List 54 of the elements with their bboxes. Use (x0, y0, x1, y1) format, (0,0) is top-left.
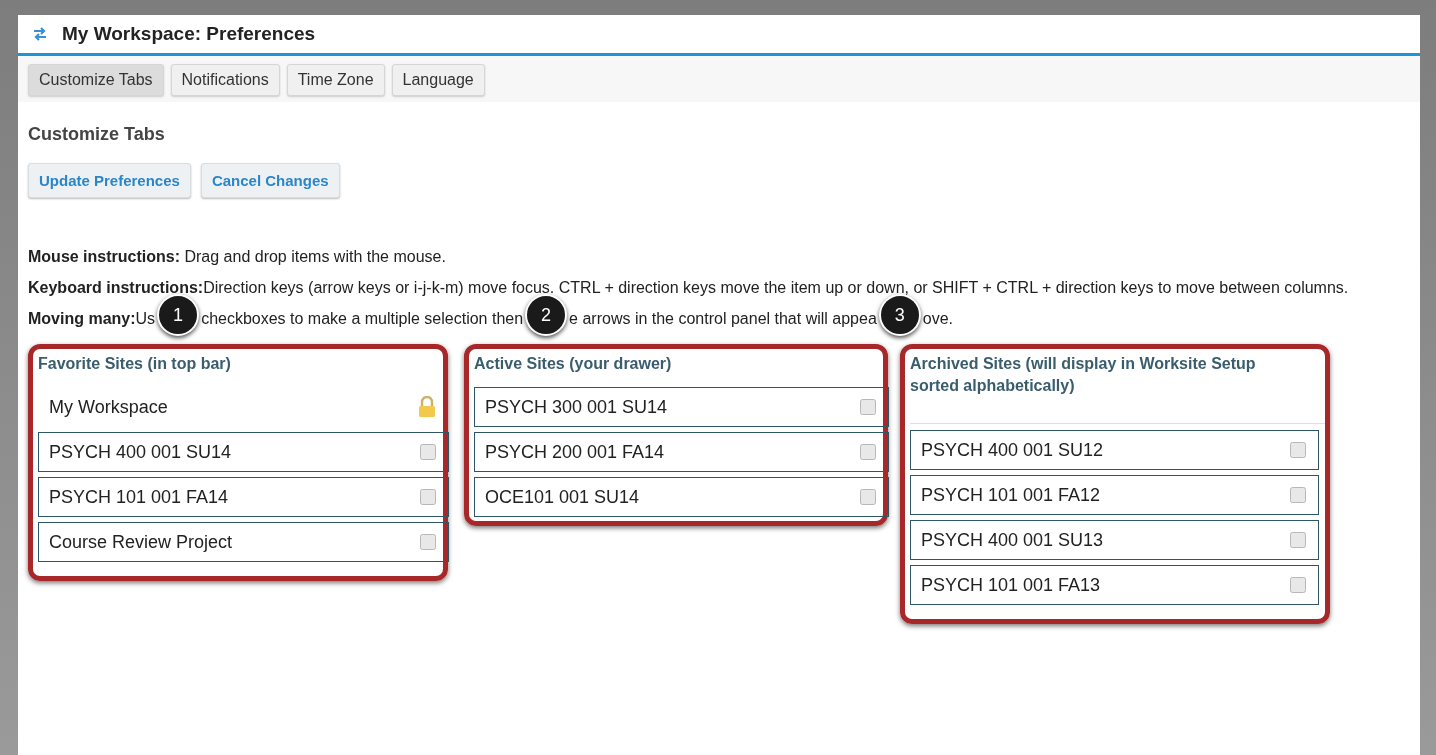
checkbox[interactable] (1290, 532, 1306, 548)
lock-icon (418, 396, 436, 418)
site-name: PSYCH 200 001 FA14 (485, 441, 665, 463)
step-marker: 1 (157, 294, 200, 336)
instruction-text: checkboxes to make a multiple selection then (201, 310, 524, 328)
site-name: OCE101 001 SU14 (485, 486, 640, 508)
site-name: PSYCH 300 001 SU14 (485, 396, 668, 418)
site-name: PSYCH 101 001 FA12 (921, 484, 1101, 506)
instruction-text: e arrows in the control panel that will appea (569, 310, 877, 328)
checkbox[interactable] (420, 489, 436, 505)
action-button[interactable]: Cancel Changes (200, 163, 340, 198)
tab[interactable]: Notifications (170, 64, 280, 96)
site-row[interactable]: My Workspace (38, 387, 449, 427)
column-title: Favorite Sites (in top bar) (38, 354, 232, 374)
checkbox[interactable] (420, 534, 436, 550)
site-row[interactable]: PSYCH 101 001 FA12 (910, 475, 1319, 515)
instruction-text: ove. (922, 310, 954, 328)
section-heading: Customize Tabs (28, 124, 166, 145)
checkbox[interactable] (1290, 577, 1306, 593)
site-row[interactable]: PSYCH 400 001 SU12 (910, 430, 1319, 470)
site-name: PSYCH 400 001 SU13 (921, 529, 1104, 551)
site-name: PSYCH 101 001 FA14 (49, 486, 229, 508)
site-name: PSYCH 101 001 FA13 (921, 574, 1101, 596)
column-title: Archived Sites (will display in Worksite Setup sorted alphabetically) (910, 354, 1257, 396)
instruction-text: Mouse instructions: Drag and drop items with the mouse. (28, 248, 447, 266)
site-name: PSYCH 400 001 SU14 (49, 441, 232, 463)
tab[interactable]: Time Zone (286, 64, 385, 96)
site-row[interactable]: PSYCH 400 001 SU13 (910, 520, 1319, 560)
checkbox[interactable] (860, 444, 876, 460)
window-title: My Workspace: Preferences (62, 23, 316, 45)
site-row[interactable]: PSYCH 101 001 FA14 (38, 477, 449, 517)
instruction-label: Moving many: (28, 310, 136, 328)
site-row[interactable]: PSYCH 101 001 FA13 (910, 565, 1319, 605)
site-name: My Workspace (49, 396, 168, 418)
column-title: Active Sites (your drawer) (474, 354, 673, 374)
tab[interactable]: Language (391, 64, 485, 96)
site-row[interactable]: PSYCH 200 001 FA14 (474, 432, 889, 472)
instruction-text: Keyboard instructions:Direction keys (arrow keys or i-j-k-m) move focus. CTRL + direction keys move the item up or down, or SHIFT + CTRL + direction keys to move between columns. (28, 279, 1350, 297)
site-name: Course Review Project (49, 531, 233, 553)
site-name: PSYCH 400 001 SU12 (921, 439, 1104, 461)
tab[interactable]: Customize Tabs (28, 64, 164, 96)
checkbox[interactable] (860, 399, 876, 415)
site-row[interactable]: Course Review Project (38, 522, 449, 562)
step-marker: 3 (878, 294, 921, 336)
site-row[interactable]: PSYCH 400 001 SU14 (38, 432, 449, 472)
checkbox[interactable] (1290, 442, 1306, 458)
checkbox[interactable] (1290, 487, 1306, 503)
site-row[interactable]: PSYCH 300 001 SU14 (474, 387, 889, 427)
site-row[interactable]: OCE101 001 SU14 (474, 477, 889, 517)
step-marker: 2 (525, 294, 568, 336)
refresh-icon[interactable] (32, 26, 48, 42)
checkbox[interactable] (860, 489, 876, 505)
checkbox[interactable] (420, 444, 436, 460)
instruction-text: Us (135, 310, 156, 328)
